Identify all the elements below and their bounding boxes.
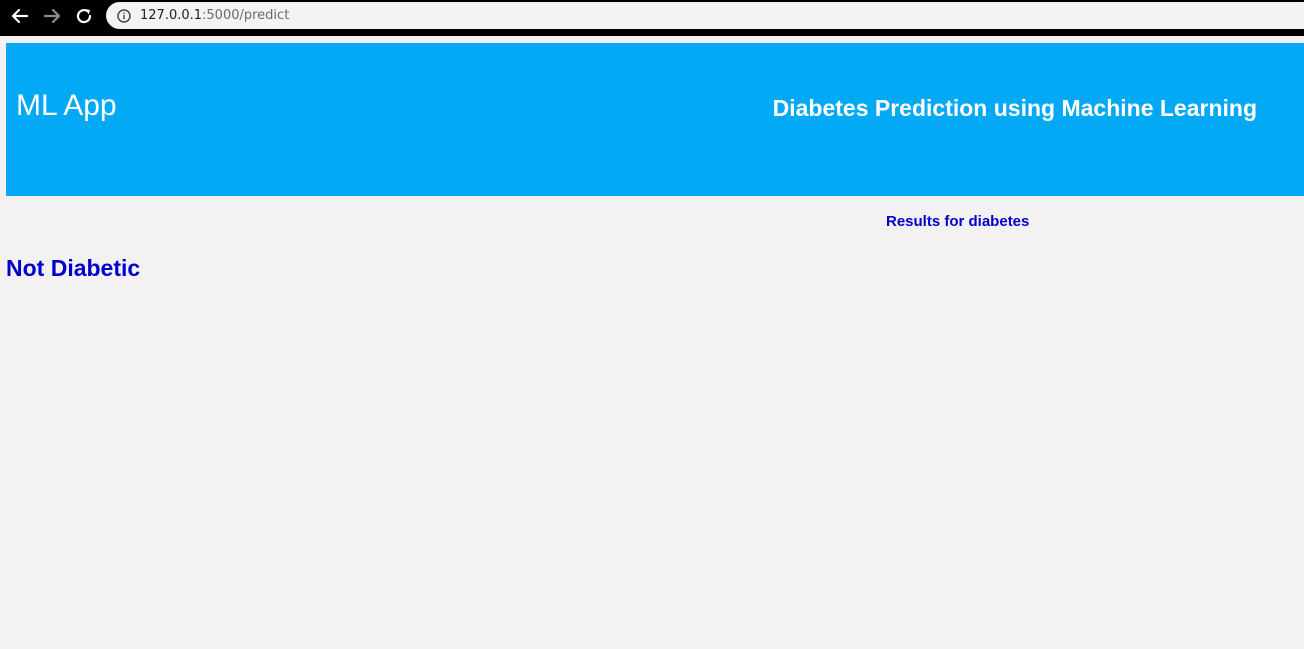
back-button[interactable]: [8, 4, 32, 28]
info-icon[interactable]: [116, 8, 132, 24]
results-heading: Results for diabetes: [886, 213, 1030, 230]
url-path: :5000/predict: [202, 8, 290, 23]
forward-arrow-icon: [43, 8, 61, 24]
url-text[interactable]: 127.0.0.1:5000/predict: [140, 8, 289, 23]
reload-icon: [76, 8, 92, 24]
forward-button[interactable]: [40, 4, 64, 28]
back-arrow-icon: [11, 8, 29, 24]
reload-button[interactable]: [72, 4, 96, 28]
app-header: ML App Diabetes Prediction using Machine…: [6, 43, 1304, 196]
page-title: Diabetes Prediction using Machine Learni…: [772, 95, 1257, 121]
address-bar[interactable]: 127.0.0.1:5000/predict: [106, 2, 1304, 29]
url-host: 127.0.0.1: [140, 8, 203, 23]
app-name: ML App: [16, 89, 117, 122]
browser-toolbar: 127.0.0.1:5000/predict: [0, 0, 1304, 31]
page-content: ML App Diabetes Prediction using Machine…: [0, 36, 1304, 649]
prediction-result: Not Diabetic: [6, 255, 141, 281]
